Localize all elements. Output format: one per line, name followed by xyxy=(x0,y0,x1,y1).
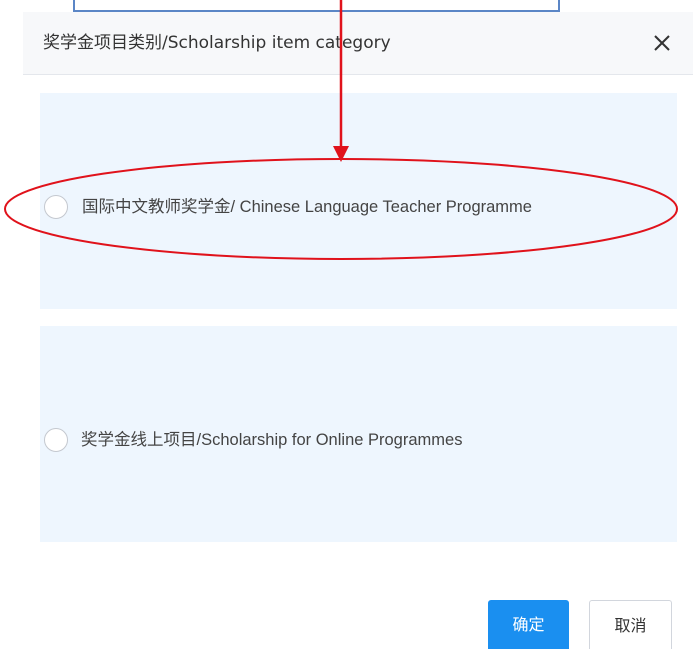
radio-button[interactable] xyxy=(44,195,68,219)
background-input-edge xyxy=(73,0,560,12)
dialog-title: 奖学金项目类别/Scholarship item category xyxy=(43,33,391,53)
option-card-online-programmes[interactable]: 奖学金线上项目/Scholarship for Online Programme… xyxy=(40,326,677,542)
dialog-header: 奖学金项目类别/Scholarship item category xyxy=(23,12,693,75)
page: 奖学金项目类别/Scholarship item category 国际中文教师… xyxy=(0,0,693,649)
close-icon xyxy=(654,35,670,51)
option-label: 国际中文教师奖学金/ Chinese Language Teacher Prog… xyxy=(82,198,532,216)
close-button[interactable] xyxy=(648,29,676,57)
cancel-button[interactable]: 取消 xyxy=(589,600,672,649)
option-card-chinese-teacher[interactable]: 国际中文教师奖学金/ Chinese Language Teacher Prog… xyxy=(40,93,677,309)
radio-button[interactable] xyxy=(44,428,68,452)
confirm-button[interactable]: 确定 xyxy=(488,600,569,649)
option-label: 奖学金线上项目/Scholarship for Online Programme… xyxy=(81,431,463,449)
